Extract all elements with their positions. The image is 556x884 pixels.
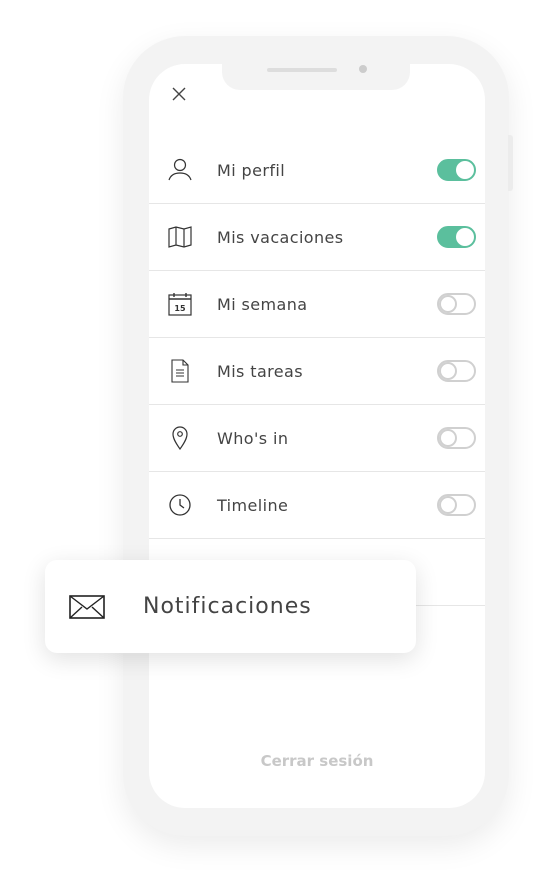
notifications-label: Notificaciones [143, 594, 312, 619]
menu-item-mis-tareas[interactable]: Mis tareas [149, 338, 485, 405]
camera [359, 65, 367, 73]
menu-item-whos-in[interactable]: Who's in [149, 405, 485, 472]
user-icon [168, 158, 192, 181]
phone-screen: Mi perfil Mis vacaciones 15 Mi semana Mi… [149, 64, 485, 808]
menu-item-mi-perfil[interactable]: Mi perfil [149, 137, 485, 204]
speaker [267, 68, 337, 72]
menu-item-label: Mi semana [217, 294, 308, 314]
menu-item-label: Mis tareas [217, 361, 303, 381]
map-icon [168, 226, 192, 248]
notch [222, 64, 410, 90]
phone-side-button [508, 135, 513, 191]
location-pin-icon [172, 426, 188, 451]
logout-button[interactable]: Cerrar sesión [149, 752, 485, 770]
menu-item-mi-semana[interactable]: 15 Mi semana [149, 271, 485, 338]
menu-item-label: Who's in [217, 428, 289, 448]
toggle-whos-in[interactable] [437, 427, 476, 449]
toggle-mis-tareas[interactable] [437, 360, 476, 382]
calendar-day: 15 [174, 304, 186, 313]
menu-item-label: Timeline [217, 495, 289, 515]
clock-icon [169, 494, 191, 516]
toggle-mi-perfil[interactable] [437, 159, 476, 181]
notifications-card[interactable]: Notificaciones [45, 560, 416, 653]
close-icon[interactable] [171, 86, 187, 102]
calendar-icon: 15 [168, 293, 192, 316]
menu-item-label: Mi perfil [217, 160, 286, 180]
menu-item-label: Mis vacaciones [217, 227, 344, 247]
envelope-icon [69, 594, 105, 619]
menu-item-timeline[interactable]: Timeline [149, 472, 485, 539]
toggle-mi-semana[interactable] [437, 293, 476, 315]
toggle-mis-vacaciones[interactable] [437, 226, 476, 248]
toggle-timeline[interactable] [437, 494, 476, 516]
menu-list: Mi perfil Mis vacaciones 15 Mi semana Mi… [149, 137, 485, 606]
menu-item-mis-vacaciones[interactable]: Mis vacaciones [149, 204, 485, 271]
document-icon [171, 359, 189, 383]
